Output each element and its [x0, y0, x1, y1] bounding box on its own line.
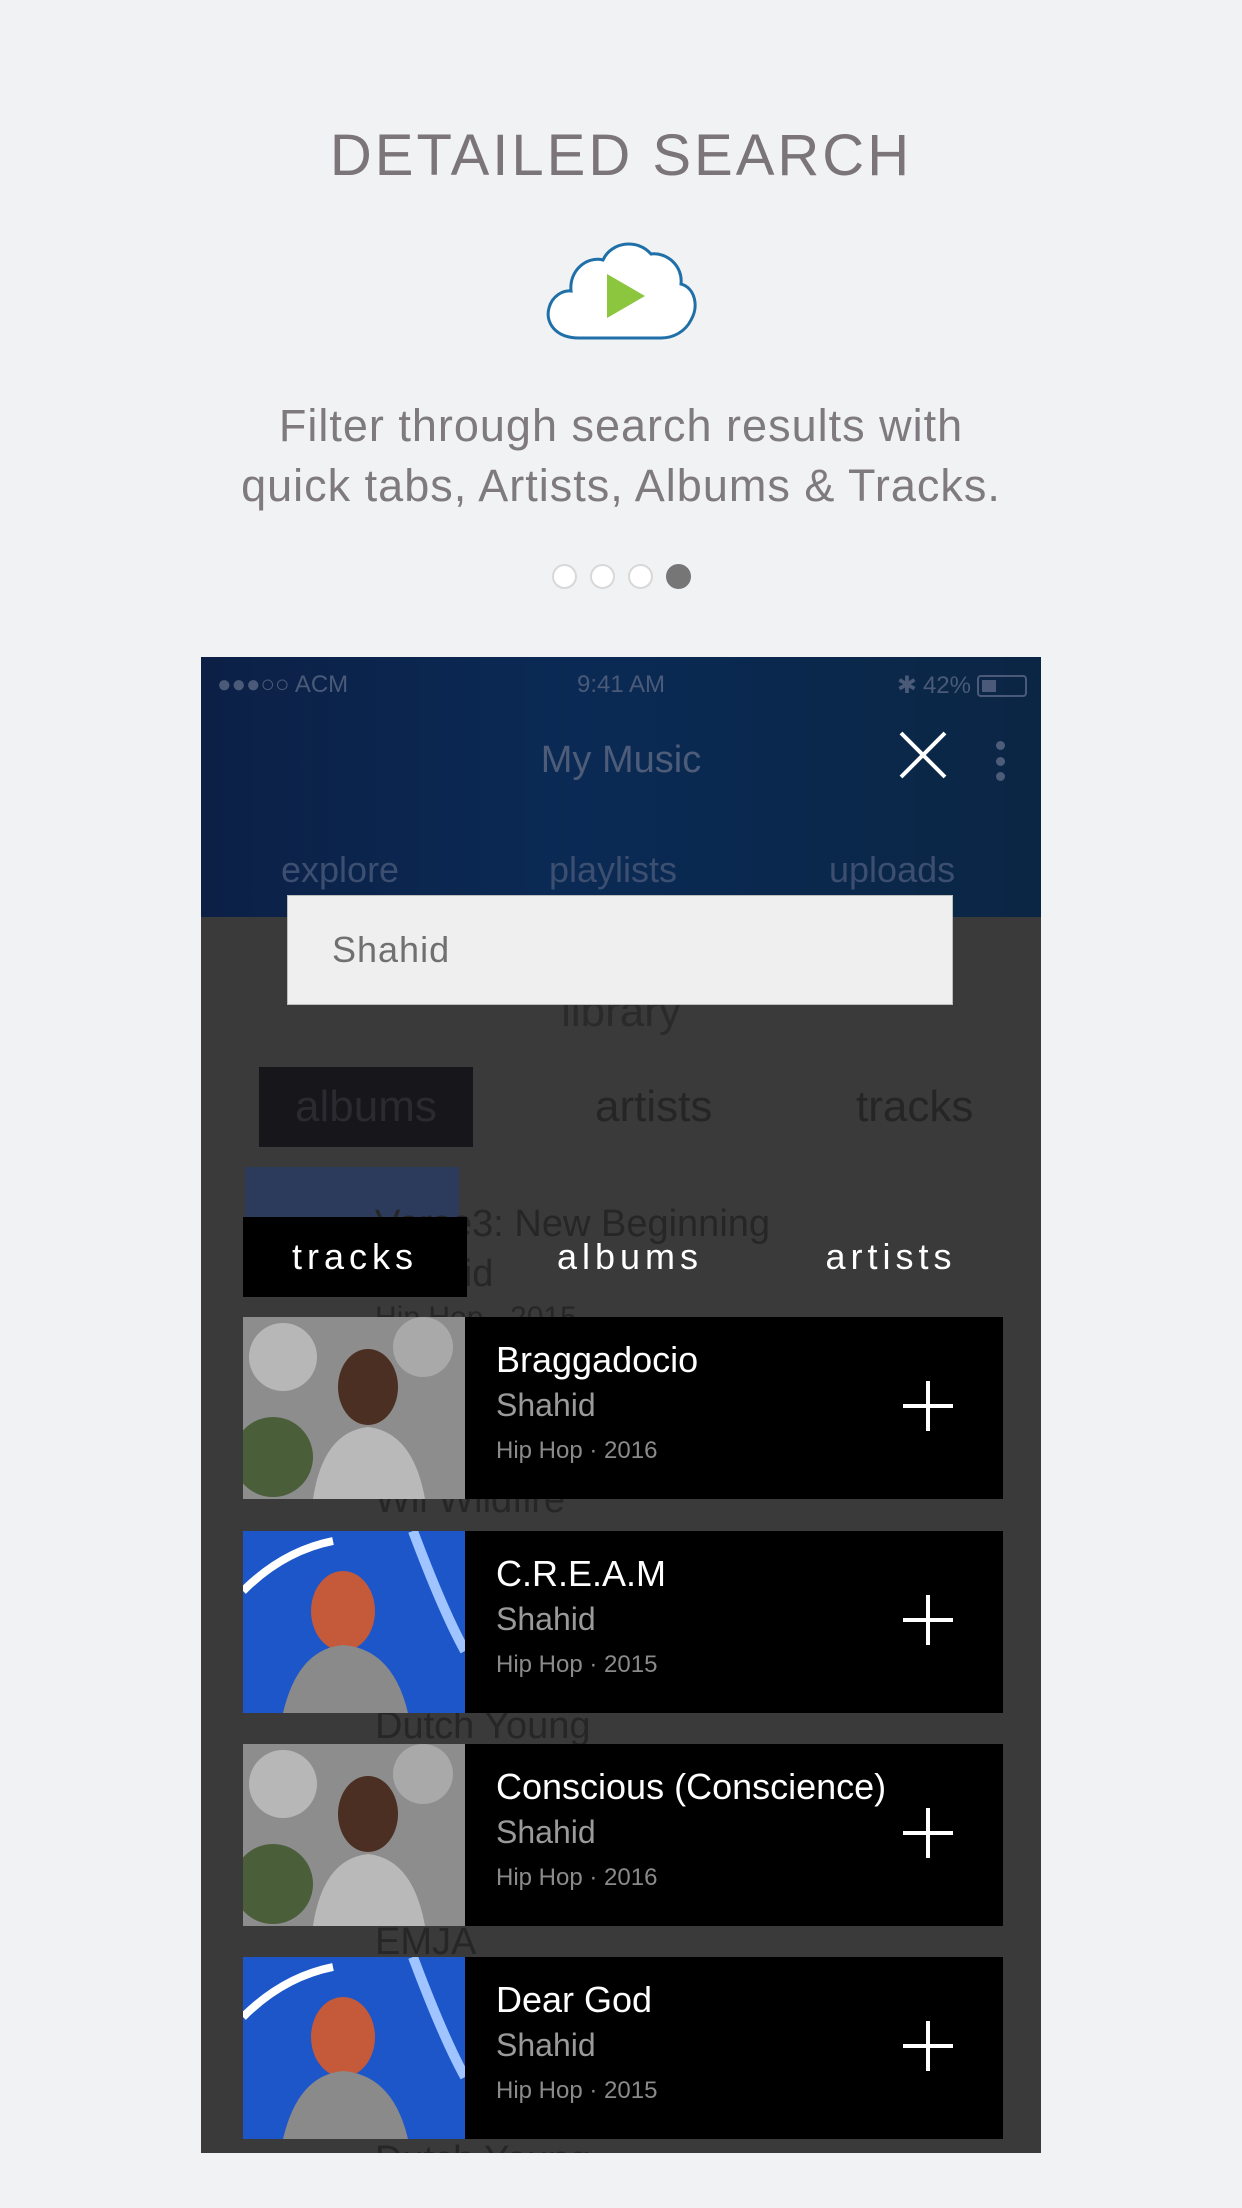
search-input[interactable]: Shahid [287, 895, 953, 1005]
status-bar: ●●●○○ ACM 9:41 AM ✱ 42% [201, 665, 1041, 705]
track-meta: Hip Hop · 2015 [496, 2077, 658, 2104]
page-dot-2[interactable] [589, 564, 615, 589]
track-artist: Shahid [496, 1814, 596, 1850]
bluetooth-icon: ✱ [896, 672, 917, 699]
track-row[interactable]: C.R.E.A.M Shahid Hip Hop · 2015 [243, 1531, 1003, 1713]
track-meta: Hip Hop · 2016 [496, 1437, 658, 1464]
list-item-title: Dutch Young [375, 2139, 975, 2153]
cloud-play-logo [546, 242, 697, 340]
tab-uploads[interactable]: uploads [829, 849, 955, 891]
album-art [243, 1744, 465, 1926]
tab-albums[interactable]: albums [505, 1217, 755, 1297]
track-row[interactable]: Braggadocio Shahid Hip Hop · 2016 [243, 1317, 1003, 1499]
subtitle-line-1: Filter through search results with [278, 400, 964, 451]
track-meta: Hip Hop · 2016 [496, 1864, 658, 1891]
tab-playlists[interactable]: playlists [549, 849, 677, 891]
track-title: Conscious (Conscience) [496, 1766, 887, 1807]
track-meta: Hip Hop · 2015 [496, 1651, 658, 1678]
page-dot-1[interactable] [551, 564, 577, 589]
add-track-icon[interactable] [903, 1381, 953, 1431]
track-title: Braggadocio [496, 1339, 699, 1380]
library-tab-albums: albums [259, 1067, 473, 1147]
library-tab-artists: artists [595, 1082, 713, 1131]
more-options-icon[interactable] [995, 741, 1005, 781]
subtitle-line-2: quick tabs, Artists, Albums & Tracks. [241, 460, 1001, 511]
page-indicator[interactable] [0, 564, 1242, 589]
track-row[interactable]: Conscious (Conscience) Shahid Hip Hop · … [243, 1744, 1003, 1926]
battery-indicator: ✱ 42% [897, 671, 1027, 700]
track-artist: Shahid [496, 1601, 596, 1637]
library-tab-tracks: tracks [856, 1082, 974, 1131]
filter-tabs: tracks albums artists [243, 1217, 1003, 1297]
tab-tracks[interactable]: tracks [243, 1217, 467, 1297]
track-title: Dear God [496, 1979, 653, 2020]
tab-explore[interactable]: explore [281, 849, 399, 891]
page-dot-4-active[interactable] [665, 564, 691, 589]
add-track-icon[interactable] [903, 1808, 953, 1858]
tab-artists[interactable]: artists [779, 1217, 1003, 1297]
track-row[interactable]: Dear God Shahid Hip Hop · 2015 [243, 1957, 1003, 2139]
battery-icon [977, 674, 1027, 697]
phone-screen: ●●●○○ ACM 9:41 AM ✱ 42% My Music explore… [201, 657, 1041, 2153]
page-title: DETAILED SEARCH [329, 123, 913, 188]
promo-subtitle: Filter through search results with quick… [150, 396, 1092, 516]
close-icon[interactable] [895, 727, 951, 783]
app-header: ●●●○○ ACM 9:41 AM ✱ 42% My Music explore… [201, 657, 1041, 917]
album-art [243, 1957, 465, 2139]
battery-percent: 42% [922, 671, 971, 699]
track-artist: Shahid [496, 2027, 596, 2063]
track-title: C.R.E.A.M [496, 1553, 667, 1594]
add-track-icon[interactable] [903, 1595, 953, 1645]
album-art [243, 1317, 465, 1499]
page-dot-3[interactable] [627, 564, 653, 589]
library-tabs: albums artists tracks [201, 1067, 1041, 1147]
album-art [243, 1531, 465, 1713]
track-artist: Shahid [496, 1387, 596, 1423]
add-track-icon[interactable] [903, 2021, 953, 2071]
